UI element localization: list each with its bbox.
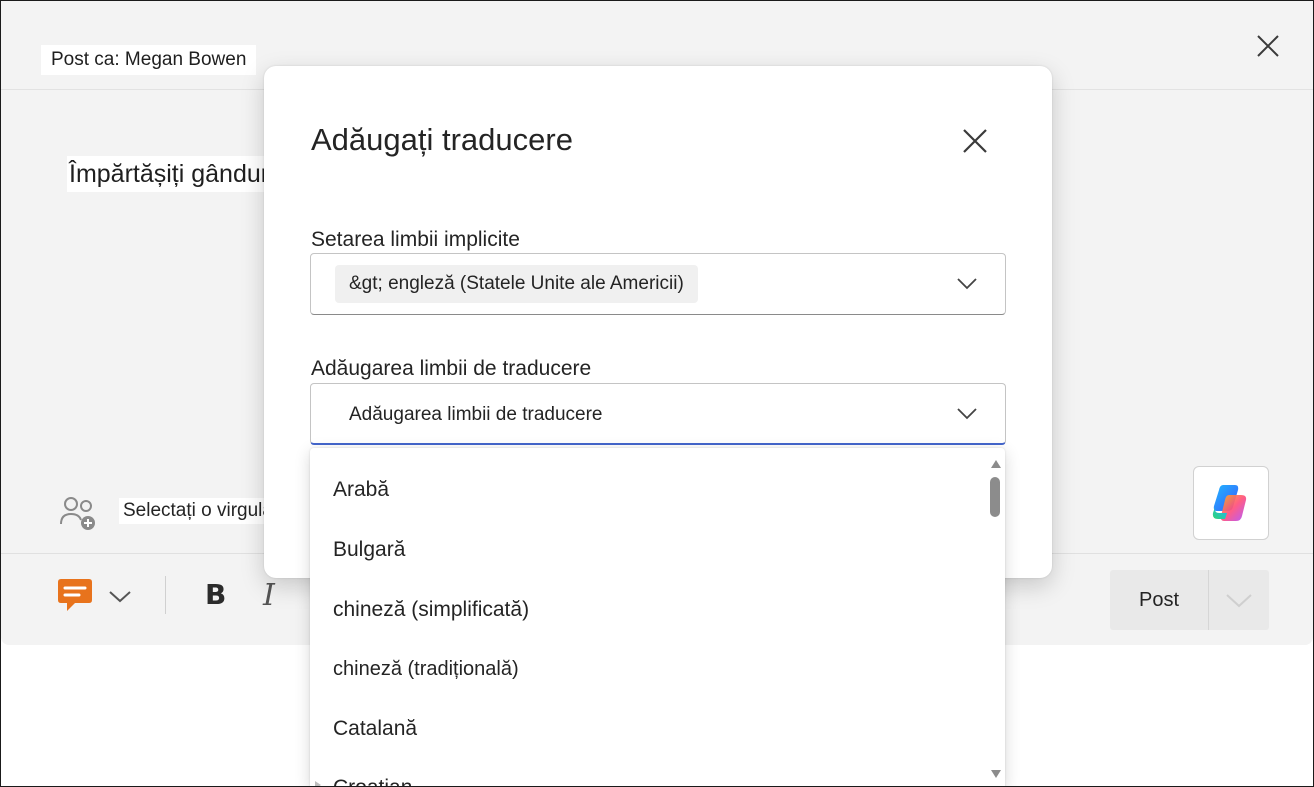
chevron-down-icon — [957, 408, 977, 420]
italic-button[interactable]: I — [263, 578, 289, 613]
chevron-down-icon — [957, 278, 977, 290]
toolbar-divider — [165, 576, 166, 614]
chat-bubble-icon[interactable] — [55, 576, 95, 616]
translation-language-select[interactable]: Adăugarea limbii de traducere — [310, 383, 1006, 445]
close-icon[interactable] — [1251, 29, 1285, 63]
copilot-button[interactable] — [1193, 466, 1269, 540]
translation-language-placeholder: Adăugarea limbii de traducere — [349, 404, 603, 425]
scroll-up-arrow-icon[interactable] — [991, 456, 1001, 468]
translation-language-label: Adăugarea limbii de traducere — [311, 357, 592, 380]
copilot-icon — [1212, 485, 1247, 521]
default-language-chip: &gt; engleză (Statele Unite ale Americii… — [335, 265, 698, 303]
scroll-down-arrow-icon[interactable] — [991, 766, 1001, 778]
chevron-down-icon — [1226, 594, 1252, 608]
post-as-label: Post ca: Megan Bowen — [41, 45, 257, 75]
language-option[interactable]: Arabă — [310, 460, 986, 520]
default-language-label: Setarea limbii implicite — [311, 228, 520, 251]
post-text-placeholder[interactable]: Împărtășiți gânduri — [67, 156, 277, 192]
language-option[interactable]: Croatian — [310, 758, 986, 787]
bold-button[interactable]: B — [205, 578, 231, 612]
mention-input-placeholder[interactable]: Selectați o virgulă — [119, 498, 277, 524]
caret-right-icon — [314, 776, 322, 787]
chevron-down-icon[interactable] — [107, 586, 133, 606]
scrollbar[interactable] — [987, 448, 1005, 787]
language-dropdown-list[interactable]: Arabă Bulgară chineză (simplificată) chi… — [310, 448, 1005, 787]
language-option[interactable]: Bulgară — [310, 520, 986, 580]
language-option[interactable]: chineză (simplificată) — [310, 580, 986, 640]
close-icon[interactable] — [958, 124, 992, 158]
default-language-select[interactable]: &gt; engleză (Statele Unite ale Americii… — [310, 253, 1006, 315]
add-people-icon[interactable] — [59, 494, 99, 532]
language-option[interactable]: chineză (tradițională) — [310, 639, 986, 699]
post-options-button[interactable] — [1208, 570, 1269, 630]
dialog-title: Adăugați traducere — [311, 122, 573, 157]
language-option[interactable]: Catalană — [310, 699, 986, 759]
scrollbar-thumb[interactable] — [990, 477, 1000, 517]
post-button[interactable]: Post — [1110, 570, 1208, 630]
